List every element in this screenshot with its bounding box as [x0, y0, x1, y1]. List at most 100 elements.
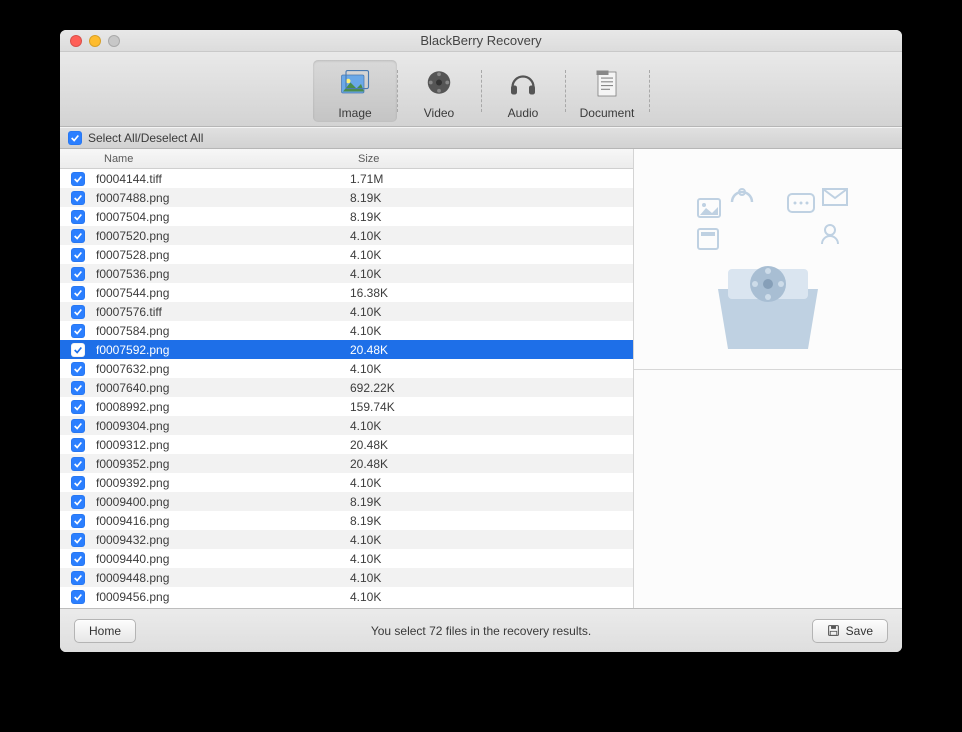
document-icon — [589, 66, 625, 102]
table-row[interactable]: f0007488.png8.19K — [60, 188, 633, 207]
row-checkbox[interactable] — [71, 571, 85, 585]
row-checkbox[interactable] — [71, 286, 85, 300]
file-size: 4.10K — [350, 229, 633, 243]
table-row[interactable]: f0009456.png4.10K — [60, 587, 633, 606]
row-checkbox[interactable] — [71, 533, 85, 547]
tab-document-label: Document — [580, 106, 635, 120]
row-checkbox[interactable] — [71, 172, 85, 186]
row-checkbox[interactable] — [71, 400, 85, 414]
table-row[interactable]: f0009440.png4.10K — [60, 549, 633, 568]
table-row[interactable]: f0007544.png16.38K — [60, 283, 633, 302]
file-size: 4.10K — [350, 267, 633, 281]
file-size: 692.22K — [350, 381, 633, 395]
table-row[interactable]: f0007632.png4.10K — [60, 359, 633, 378]
video-icon — [421, 66, 457, 102]
file-name: f0009448.png — [96, 571, 350, 585]
row-checkbox[interactable] — [71, 552, 85, 566]
row-checkbox[interactable] — [71, 590, 85, 604]
select-all-label: Select All/Deselect All — [88, 131, 203, 145]
table-row[interactable]: f0007576.tiff4.10K — [60, 302, 633, 321]
select-all-bar: Select All/Deselect All — [60, 127, 902, 149]
row-checkbox[interactable] — [71, 305, 85, 319]
table-row[interactable]: f0009400.png8.19K — [60, 492, 633, 511]
tab-audio[interactable]: Audio — [481, 60, 565, 122]
file-name: f0007632.png — [96, 362, 350, 376]
row-checkbox[interactable] — [71, 476, 85, 490]
file-name: f0007544.png — [96, 286, 350, 300]
file-name: f0007488.png — [96, 191, 350, 205]
category-toolbar: Image Video Audio — [60, 52, 902, 127]
row-checkbox[interactable] — [71, 343, 85, 357]
row-checkbox[interactable] — [71, 229, 85, 243]
file-name: f0009400.png — [96, 495, 350, 509]
row-checkbox[interactable] — [71, 381, 85, 395]
file-size: 4.10K — [350, 590, 633, 604]
table-row[interactable]: f0007592.png20.48K — [60, 340, 633, 359]
file-name: f0007520.png — [96, 229, 350, 243]
row-checkbox[interactable] — [71, 248, 85, 262]
file-size: 4.10K — [350, 571, 633, 585]
table-row[interactable]: f0009352.png20.48K — [60, 454, 633, 473]
row-checkbox[interactable] — [71, 514, 85, 528]
file-name: f0009440.png — [96, 552, 350, 566]
row-checkbox[interactable] — [71, 191, 85, 205]
file-rows[interactable]: f0004144.tiff1.71Mf0007488.png8.19Kf0007… — [60, 169, 633, 608]
file-name: f0009416.png — [96, 514, 350, 528]
table-row[interactable]: f0009304.png4.10K — [60, 416, 633, 435]
table-row[interactable]: f0007536.png4.10K — [60, 264, 633, 283]
file-name: f0009392.png — [96, 476, 350, 490]
file-name: f0009456.png — [96, 590, 350, 604]
select-all-checkbox[interactable] — [68, 131, 82, 145]
tab-video[interactable]: Video — [397, 60, 481, 122]
file-name: f0007640.png — [96, 381, 350, 395]
file-name: f0007536.png — [96, 267, 350, 281]
tab-image[interactable]: Image — [313, 60, 397, 122]
table-row[interactable]: f0007504.png8.19K — [60, 207, 633, 226]
window-title: BlackBerry Recovery — [60, 33, 902, 48]
table-row[interactable]: f0007528.png4.10K — [60, 245, 633, 264]
file-name: f0007504.png — [96, 210, 350, 224]
row-checkbox[interactable] — [71, 419, 85, 433]
table-row[interactable]: f0004144.tiff1.71M — [60, 169, 633, 188]
file-name: f0009432.png — [96, 533, 350, 547]
file-size: 8.19K — [350, 514, 633, 528]
file-size: 8.19K — [350, 495, 633, 509]
file-name: f0007528.png — [96, 248, 350, 262]
tab-image-label: Image — [338, 106, 371, 120]
tab-document[interactable]: Document — [565, 60, 649, 122]
table-row[interactable]: f0007520.png4.10K — [60, 226, 633, 245]
file-size: 1.71M — [350, 172, 633, 186]
row-checkbox[interactable] — [71, 210, 85, 224]
file-size: 4.10K — [350, 324, 633, 338]
file-name: f0007592.png — [96, 343, 350, 357]
row-checkbox[interactable] — [71, 495, 85, 509]
file-size: 8.19K — [350, 210, 633, 224]
file-size: 20.48K — [350, 457, 633, 471]
row-checkbox[interactable] — [71, 457, 85, 471]
column-size[interactable]: Size — [350, 153, 633, 165]
audio-icon — [505, 66, 541, 102]
table-row[interactable]: f0007584.png4.10K — [60, 321, 633, 340]
table-row[interactable]: f0008992.png159.74K — [60, 397, 633, 416]
row-checkbox[interactable] — [71, 267, 85, 281]
column-name[interactable]: Name — [96, 153, 350, 165]
file-size: 4.10K — [350, 419, 633, 433]
row-checkbox[interactable] — [71, 438, 85, 452]
table-row[interactable]: f0009416.png8.19K — [60, 511, 633, 530]
table-header: Name Size — [60, 149, 633, 169]
row-checkbox[interactable] — [71, 324, 85, 338]
file-size: 4.10K — [350, 305, 633, 319]
preview-illustration-icon — [668, 169, 868, 369]
file-size: 4.10K — [350, 476, 633, 490]
table-row[interactable]: f0009312.png20.48K — [60, 435, 633, 454]
file-size: 16.38K — [350, 286, 633, 300]
table-row[interactable]: f0007640.png692.22K — [60, 378, 633, 397]
file-name: f0009304.png — [96, 419, 350, 433]
file-size: 20.48K — [350, 343, 633, 357]
row-checkbox[interactable] — [71, 362, 85, 376]
table-row[interactable]: f0009448.png4.10K — [60, 568, 633, 587]
table-row[interactable]: f0009432.png4.10K — [60, 530, 633, 549]
file-name: f0008992.png — [96, 400, 350, 414]
table-row[interactable]: f0009392.png4.10K — [60, 473, 633, 492]
file-size: 20.48K — [350, 438, 633, 452]
